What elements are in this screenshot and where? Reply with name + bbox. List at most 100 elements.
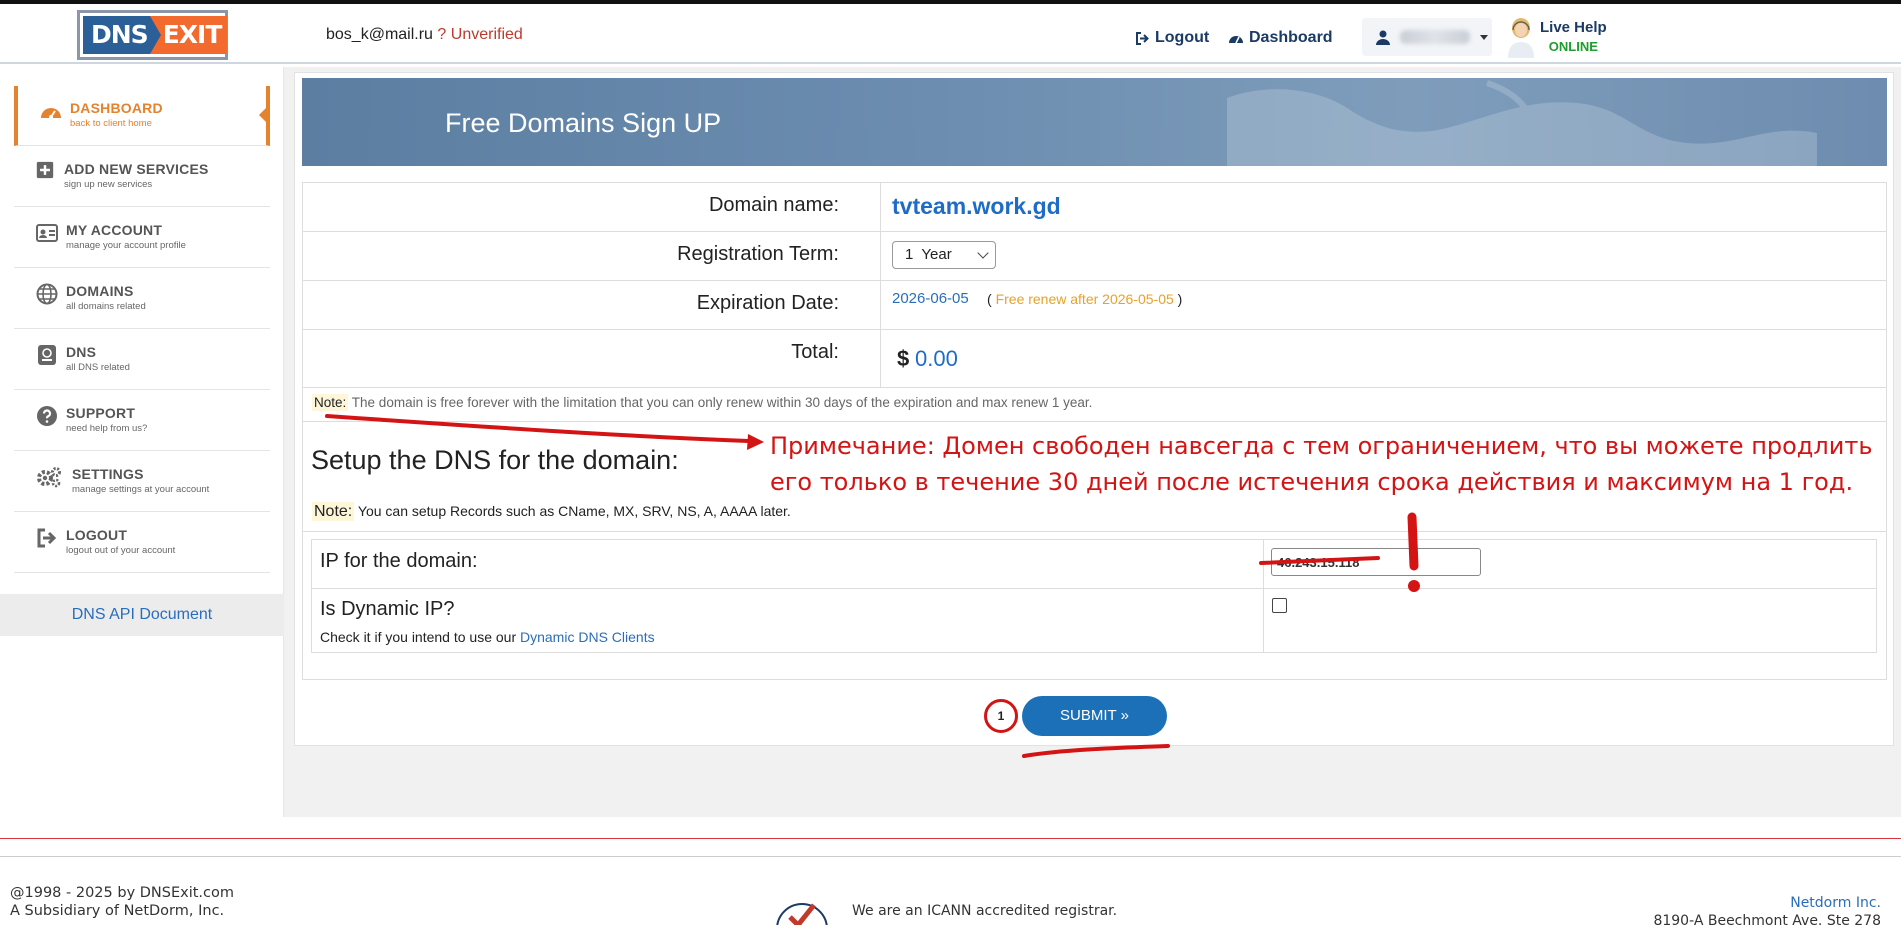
note2-text: You can setup Records such as CName, MX,… bbox=[357, 503, 791, 519]
term-selected-value: 1 Year bbox=[905, 246, 952, 263]
sidebar-item-title: DOMAINS bbox=[66, 283, 134, 299]
footer-gap bbox=[0, 817, 1901, 839]
verify-status[interactable]: Unverified bbox=[451, 26, 523, 43]
footer-red-line bbox=[0, 838, 1901, 839]
note-tag: Note: bbox=[312, 394, 349, 411]
netdorm-address: Netdorm Inc. 8190-A Beechmont Ave. Ste 2… bbox=[1653, 894, 1881, 925]
sidebar-item-title: ADD NEW SERVICES bbox=[64, 161, 209, 177]
chevron-down-icon bbox=[977, 247, 989, 259]
note-text: The domain is free forever with the limi… bbox=[351, 395, 1093, 410]
domain-row bbox=[303, 182, 1886, 232]
registration-term-select[interactable]: 1 Year bbox=[892, 241, 996, 269]
copyright-text: @1998 - 2025 by DNSExit.com bbox=[10, 885, 235, 901]
table-col-divider bbox=[1263, 540, 1264, 652]
term-label: Registration Term: bbox=[677, 243, 839, 265]
logo-arrow-icon bbox=[149, 16, 161, 54]
sidebar-item-dns[interactable]: DNS all DNS related bbox=[14, 330, 270, 390]
dashboard-icon bbox=[1229, 35, 1243, 43]
sidebar-item-title: SUPPORT bbox=[66, 405, 136, 421]
verify-mark: ? bbox=[437, 26, 447, 43]
sign-out-icon bbox=[37, 528, 57, 548]
setup-dns-heading: Setup the DNS for the domain: bbox=[311, 445, 679, 475]
dns-api-document-link[interactable]: DNS API Document bbox=[0, 594, 284, 636]
table-row-divider bbox=[312, 588, 1876, 589]
currency-symbol: $ bbox=[897, 346, 910, 371]
total-label: Total: bbox=[791, 341, 839, 363]
live-help-status: ONLINE bbox=[1548, 39, 1598, 54]
id-card-icon bbox=[36, 224, 58, 242]
ip-label: IP for the domain: bbox=[320, 550, 478, 572]
dynamic-ip-label: Is Dynamic IP? bbox=[320, 598, 455, 620]
dynamic-dns-clients-link[interactable]: Dynamic DNS Clients bbox=[520, 629, 655, 645]
page-title: Free Domains Sign UP bbox=[445, 108, 722, 138]
sidebar-item-support[interactable]: SUPPORT need help from us? bbox=[14, 391, 270, 451]
sidebar-item-subtitle: manage settings at your account bbox=[72, 484, 210, 495]
world-map-graphic bbox=[1227, 80, 1817, 166]
sidebar-item-title: MY ACCOUNT bbox=[66, 222, 163, 238]
domain-label: Domain name: bbox=[708, 194, 839, 216]
globe-icon bbox=[36, 283, 58, 305]
total-value: 0.00 bbox=[915, 346, 958, 371]
footer-copyright: @1998 - 2025 by DNSExit.com A Subsidiary… bbox=[10, 884, 234, 920]
chevron-down-icon bbox=[1480, 34, 1488, 40]
form-divider bbox=[880, 182, 881, 387]
sidebar-item-title: SETTINGS bbox=[72, 466, 144, 482]
live-help-text: Live Help ONLINE bbox=[1540, 18, 1607, 56]
dynamic-ip-hint: Check it if you intend to use our Dynami… bbox=[320, 629, 655, 645]
free-renew-info: ( Free renew after 2026-05-05 ) bbox=[987, 291, 1182, 307]
gears-icon bbox=[37, 467, 61, 488]
domain-name-value: tvteam.work.gd bbox=[892, 193, 1061, 219]
submit-button[interactable]: SUBMIT » bbox=[1022, 696, 1167, 736]
plus-square-icon bbox=[36, 161, 54, 179]
free-domain-note: Note: The domain is free forever with th… bbox=[312, 394, 1093, 411]
dashboard-link[interactable]: Dashboard bbox=[1228, 29, 1333, 47]
sidebar-item-subtitle: sign up new services bbox=[64, 179, 153, 190]
renew-text: Free renew after 2026-05-05 bbox=[995, 291, 1174, 307]
expiration-date-value: 2026-06-05 bbox=[892, 290, 969, 307]
term-row bbox=[303, 232, 1886, 281]
sidebar-item-subtitle: back to client home bbox=[70, 118, 152, 129]
expiration-label: Expiration Date: bbox=[696, 292, 839, 314]
dynamic-ip-checkbox[interactable] bbox=[1272, 598, 1287, 613]
account-email: bos_k@mail.ru ? Unverified bbox=[326, 26, 523, 44]
support-agent-icon bbox=[1508, 18, 1534, 58]
company-link[interactable]: Netdorm Inc. bbox=[1653, 894, 1881, 912]
logo-exit-text: EXIT bbox=[160, 16, 228, 54]
address-text: 8190-A Beechmont Ave. Ste 278 bbox=[1653, 913, 1881, 925]
sidebar-item-settings[interactable]: SETTINGS manage settings at your account bbox=[14, 452, 270, 512]
header: DNS EXIT bos_k@mail.ru ? Unverified Logo… bbox=[0, 4, 1901, 64]
question-circle-icon bbox=[37, 406, 57, 426]
sidebar-item-add-new-services[interactable]: ADD NEW SERVICES sign up new services bbox=[14, 147, 270, 207]
sidebar-item-subtitle: logout out of your account bbox=[66, 545, 176, 556]
sidebar-item-title: LOGOUT bbox=[66, 527, 128, 543]
ip-input[interactable] bbox=[1271, 548, 1481, 576]
sidebar-item-title: DASHBOARD bbox=[70, 100, 163, 116]
total-row bbox=[303, 330, 1886, 388]
renew-paren-open: ( bbox=[987, 291, 992, 307]
dnsexit-logo[interactable]: DNS EXIT bbox=[77, 10, 228, 60]
step-number-badge: 1 bbox=[984, 699, 1018, 733]
dashboard-label: Dashboard bbox=[1249, 29, 1333, 46]
sidebar-item-subtitle: all DNS related bbox=[66, 362, 130, 373]
server-icon bbox=[38, 345, 56, 365]
sidebar-item-my-account[interactable]: MY ACCOUNT manage your account profile bbox=[14, 208, 270, 268]
sign-out-icon bbox=[1136, 31, 1149, 45]
records-note: Note: You can setup Records such as CNam… bbox=[312, 502, 791, 521]
sidebar-item-dashboard[interactable]: DASHBOARD back to client home bbox=[14, 86, 270, 146]
logout-link[interactable]: Logout bbox=[1135, 29, 1209, 47]
sidebar-item-subtitle: need help from us? bbox=[66, 423, 148, 434]
sidebar-item-subtitle: all domains related bbox=[66, 301, 146, 312]
live-help[interactable]: Live Help ONLINE bbox=[1506, 16, 1607, 58]
logo-dns-text: DNS bbox=[83, 16, 150, 54]
icann-accredited-text: We are an ICANN accredited registrar. bbox=[852, 903, 1118, 919]
sidebar-item-subtitle: manage your account profile bbox=[66, 240, 186, 251]
email-text: bos_k@mail.ru bbox=[326, 26, 433, 43]
sidebar-item-logout[interactable]: LOGOUT logout out of your account bbox=[14, 513, 270, 573]
user-menu-dropdown[interactable] bbox=[1362, 18, 1492, 56]
note-tag: Note: bbox=[312, 502, 355, 521]
subsidiary-text: A Subsidiary of NetDorm, Inc. bbox=[10, 903, 225, 919]
dashboard-icon bbox=[41, 108, 61, 119]
sidebar-item-domains[interactable]: DOMAINS all domains related bbox=[14, 269, 270, 329]
russian-note-annotation: Примечание: Домен свободен навсегда с те… bbox=[770, 432, 1873, 496]
renew-paren-close: ) bbox=[1177, 291, 1183, 307]
